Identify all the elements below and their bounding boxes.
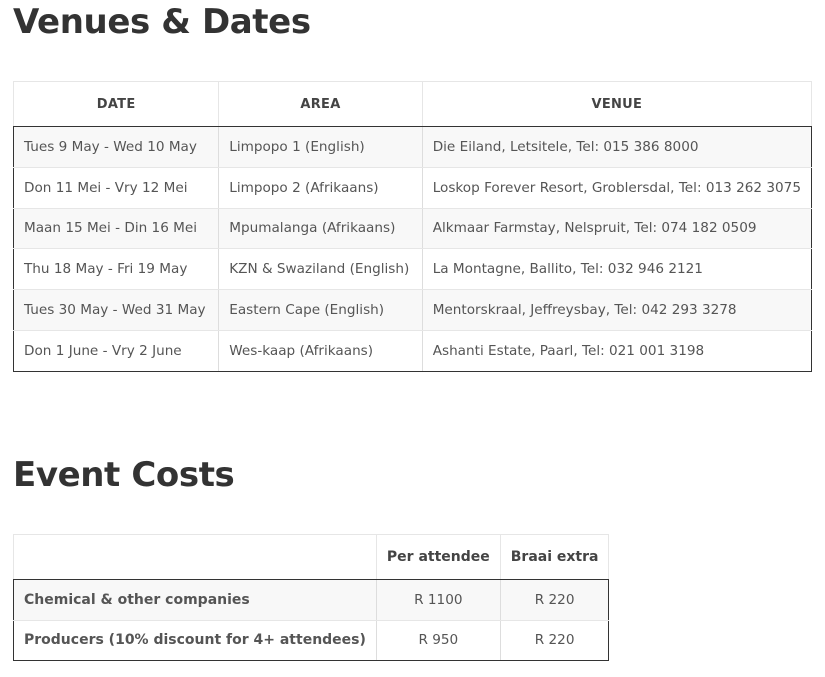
venue-cell: Mentorskraal, Jeffreysbay, Tel: 042 293 … [421, 289, 813, 331]
area-cell: Eastern Cape (English) [218, 289, 423, 331]
per-attendee-price-cell: R 950 [375, 620, 501, 661]
date-cell: Tues 30 May - Wed 31 May [12, 289, 220, 331]
area-column-header: AREA [218, 81, 423, 127]
venue-cell: Die Eiland, Letsitele, Tel: 015 386 8000 [421, 126, 813, 168]
item-column-header [13, 534, 377, 580]
date-cell: Thu 18 May - Fri 19 May [12, 248, 220, 291]
table-row: Tues 9 May - Wed 10 May Limpopo 1 (Engli… [12, 126, 813, 168]
attendee-type-cell: Chemical & other companies [13, 579, 377, 621]
table-row: Producers (10% discount for 4+ attendees… [13, 620, 610, 661]
venue-column-header: VENUE [421, 81, 813, 127]
area-cell: Wes-kaap (Afrikaans) [218, 330, 423, 372]
venue-cell: La Montagne, Ballito, Tel: 032 946 2121 [421, 248, 813, 291]
braai-extra-column-header: Braai extra [499, 534, 610, 580]
per-attendee-price-cell: R 1100 [375, 579, 501, 621]
table-row: Thu 18 May - Fri 19 May KZN & Swaziland … [12, 248, 813, 291]
attendee-type-cell: Producers (10% discount for 4+ attendees… [13, 620, 377, 661]
costs-header-row: Per attendee Braai extra [13, 534, 610, 580]
table-row: Don 11 Mei - Vry 12 Mei Limpopo 2 (Afrik… [12, 167, 813, 209]
area-cell: Limpopo 1 (English) [218, 126, 423, 168]
venue-cell: Ashanti Estate, Paarl, Tel: 021 001 3198 [421, 330, 813, 372]
venue-cell: Loskop Forever Resort, Groblersdal, Tel:… [421, 167, 813, 209]
date-cell: Don 11 Mei - Vry 12 Mei [12, 167, 220, 209]
table-row: Chemical & other companies R 1100 R 220 [13, 579, 610, 621]
event-costs-heading: Event Costs [13, 455, 235, 495]
venues-header-row: DATE AREA VENUE [12, 81, 813, 127]
table-row: Don 1 June - Vry 2 June Wes-kaap (Afrika… [12, 330, 813, 372]
venue-cell: Alkmaar Farmstay, Nelspruit, Tel: 074 18… [421, 208, 813, 250]
area-cell: KZN & Swaziland (English) [218, 248, 423, 291]
per-attendee-column-header: Per attendee [375, 534, 501, 580]
table-row: Maan 15 Mei - Din 16 Mei Mpumalanga (Afr… [12, 208, 813, 250]
area-cell: Limpopo 2 (Afrikaans) [218, 167, 423, 209]
braai-extra-price-cell: R 220 [499, 620, 610, 661]
date-column-header: DATE [12, 81, 220, 127]
table-row: Tues 30 May - Wed 31 May Eastern Cape (E… [12, 289, 813, 331]
venues-table: DATE AREA VENUE Tues 9 May - Wed 10 May … [12, 81, 813, 372]
event-costs-table: Per attendee Braai extra Chemical & othe… [13, 534, 610, 661]
date-cell: Don 1 June - Vry 2 June [12, 330, 220, 372]
venues-dates-heading: Venues & Dates [13, 2, 311, 42]
date-cell: Maan 15 Mei - Din 16 Mei [12, 208, 220, 250]
date-cell: Tues 9 May - Wed 10 May [12, 126, 220, 168]
area-cell: Mpumalanga (Afrikaans) [218, 208, 423, 250]
braai-extra-price-cell: R 220 [499, 579, 610, 621]
